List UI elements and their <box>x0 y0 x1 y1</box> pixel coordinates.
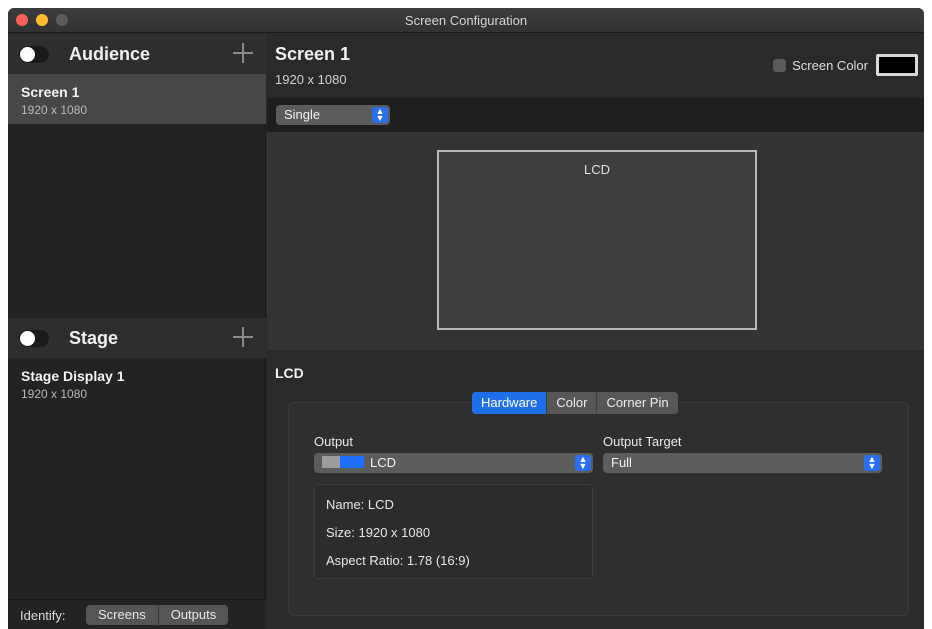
output-name-info: Name: LCD <box>326 497 394 512</box>
screen-color-swatch[interactable] <box>876 54 918 76</box>
stage-toggle[interactable] <box>19 330 49 347</box>
output-value: LCD <box>370 455 397 470</box>
screen-name: Screen 1 <box>21 84 80 100</box>
output-detail-title: LCD <box>275 365 304 381</box>
lcd-output-preview[interactable]: LCD <box>437 150 757 330</box>
layout-mode-value: Single <box>284 107 321 122</box>
main-panel: Screen 1 1920 x 1080 Screen Color Single… <box>267 34 924 629</box>
sidebar: Audience Screen 1 1920 x 1080 Stage Stag… <box>8 34 266 629</box>
audience-title: Audience <box>69 44 151 64</box>
add-audience-screen-plus-icon[interactable] <box>232 42 254 64</box>
stage-display-resolution: 1920 x 1080 <box>21 387 88 401</box>
identify-bar: Identify: Screens Outputs <box>8 599 266 629</box>
tab-color[interactable]: Color <box>547 392 598 414</box>
toggle-knob-icon <box>20 331 35 346</box>
add-stage-screen-plus-icon[interactable] <box>232 326 254 348</box>
stage-display-name: Stage Display 1 <box>21 368 125 384</box>
stage-title: Stage <box>69 328 119 348</box>
sidebar-item-screen-1[interactable]: Screen 1 1920 x 1080 <box>8 74 266 124</box>
toggle-knob-icon <box>20 47 35 62</box>
identify-outputs-button[interactable]: Outputs <box>159 605 229 625</box>
tab-corner-pin[interactable]: Corner Pin <box>597 392 677 414</box>
output-size-info: Size: 1920 x 1080 <box>326 525 431 540</box>
output-aspect-ratio-info: Aspect Ratio: 1.78 (16:9) <box>326 553 470 568</box>
up-down-chevron-icon: ▲ ▼ <box>864 455 880 471</box>
identify-screens-button[interactable]: Screens <box>86 605 159 625</box>
output-info-box: Name: LCD Size: 1920 x 1080 Aspect Ratio… <box>314 484 593 579</box>
layout-mode-select[interactable]: Single ▲ ▼ <box>276 105 390 125</box>
up-down-chevron-icon: ▲ ▼ <box>575 455 591 471</box>
lcd-preview-label: LCD <box>583 162 610 177</box>
output-label: Output <box>314 434 354 449</box>
page-title: Screen 1 <box>275 44 351 64</box>
up-down-chevron-icon: ▲ ▼ <box>372 107 388 123</box>
window-title: Screen Configuration <box>404 13 528 28</box>
screen-resolution-label: 1920 x 1080 <box>275 72 347 87</box>
screen-color-control: Screen Color <box>773 54 918 76</box>
audience-toggle[interactable] <box>19 46 49 63</box>
sidebar-item-stage-display-1[interactable]: Stage Display 1 1920 x 1080 <box>8 358 266 408</box>
detail-tabs: Hardware Color Corner Pin <box>472 392 678 414</box>
screen-preview-area: LCD <box>267 132 924 350</box>
output-select[interactable]: LCD ▲ ▼ <box>314 453 593 473</box>
identify-label: Identify: <box>20 608 66 623</box>
output-target-label: Output Target <box>603 434 682 449</box>
screen-color-checkbox[interactable] <box>773 58 787 72</box>
stage-header: Stage <box>8 318 266 358</box>
audience-header: Audience <box>8 34 266 74</box>
display-output-icon <box>322 456 364 468</box>
screen-color-label: Screen Color <box>792 57 868 73</box>
color-well-icon <box>879 57 915 73</box>
layout-toolbar: Single ▲ ▼ <box>267 98 924 132</box>
output-target-value: Full <box>611 455 632 470</box>
identify-segmented-control: Screens Outputs <box>86 605 229 625</box>
title-bar: Screen Configuration <box>8 8 924 33</box>
output-target-select[interactable]: Full ▲ ▼ <box>603 453 882 473</box>
screen-resolution: 1920 x 1080 <box>21 103 88 117</box>
screen-configuration-window: Screen Configuration Audience Screen 1 1… <box>8 8 924 629</box>
tab-hardware[interactable]: Hardware <box>472 392 548 414</box>
